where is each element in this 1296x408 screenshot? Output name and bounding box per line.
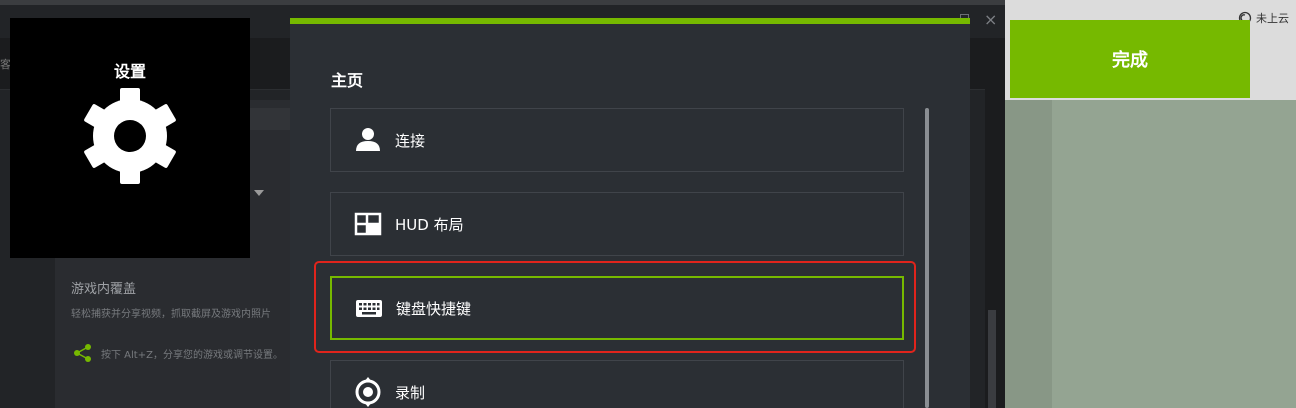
settings-tile[interactable]: 设置 [10, 18, 250, 258]
background-scrollbar[interactable] [988, 310, 996, 408]
in-game-overlay-description: 轻松捕获并分享视频，抓取截屏及游戏内照片 [71, 309, 271, 320]
annotation-highlight-box [314, 261, 916, 353]
menu-item-hud-layout[interactable]: HUD 布局 [330, 192, 904, 256]
background-close-button[interactable]: × [984, 12, 997, 28]
background-dropdown-arrow-icon[interactable] [254, 190, 264, 196]
modal-scrollbar-thumb[interactable] [925, 108, 929, 408]
screen: 客 游戏内覆盖 轻松捕获并分享视频，抓取截屏及游戏内照片 按下 Alt+Z，分享… [0, 0, 1296, 408]
right-panel [1052, 100, 1296, 408]
person-icon [353, 125, 383, 155]
menu-item-label: HUD 布局 [395, 215, 464, 234]
menu-item-label: 连接 [395, 131, 426, 150]
background-title-strip [0, 0, 1005, 5]
settings-title: 设置 [113, 62, 146, 81]
modal-title: 主页 [331, 71, 364, 90]
settings-modal: 主页 连接 HUD 布局 键盘快捷键 录制 [290, 18, 970, 408]
layout-icon [353, 209, 383, 239]
cloud-status-label: 未上云 [1256, 12, 1289, 25]
done-button[interactable]: 完成 [1010, 20, 1250, 98]
gear-icon [84, 88, 176, 184]
record-icon [353, 377, 383, 407]
share-icon [74, 344, 91, 362]
right-band [1005, 100, 1052, 408]
modal-accent-bar [290, 18, 970, 24]
menu-item-label: 录制 [395, 383, 426, 402]
menu-item-record[interactable]: 录制 [330, 360, 904, 408]
menu-item-connect[interactable]: 连接 [330, 108, 904, 172]
in-game-overlay-hint: 按下 Alt+Z，分享您的游戏或调节设置。 [101, 350, 283, 361]
in-game-overlay-title: 游戏内覆盖 [71, 282, 137, 297]
